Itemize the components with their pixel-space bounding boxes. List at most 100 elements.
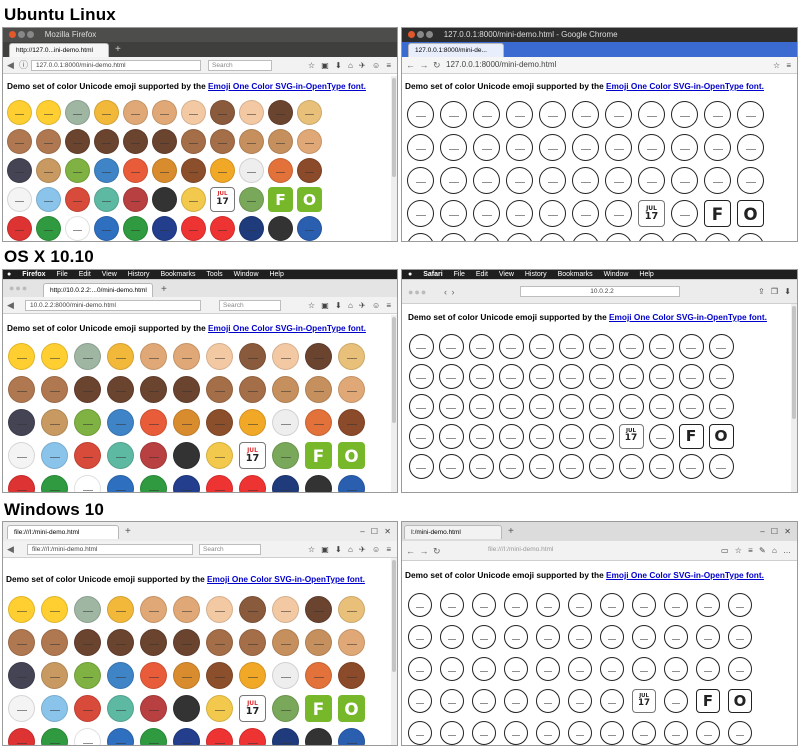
- emoji-cell: [406, 451, 436, 481]
- emoji-cell: [179, 185, 208, 214]
- emoji-font-link[interactable]: Emoji One Color SVG-in-OpenType font.: [606, 570, 764, 580]
- new-tab-button[interactable]: +: [115, 43, 121, 56]
- tab-mini-demo[interactable]: I:/mini-demo.html: [404, 525, 502, 539]
- menu-item-view[interactable]: View: [499, 271, 514, 278]
- search-input[interactable]: Search: [219, 300, 281, 311]
- url-input[interactable]: 10.0.2.2:8000/mini-demo.html: [25, 300, 201, 311]
- menu-item-history[interactable]: History: [128, 271, 150, 278]
- tab-mini-demo[interactable]: http://127.0...ini-demo.html: [9, 43, 109, 57]
- back-button[interactable]: ◀: [7, 297, 15, 313]
- minimize-icon[interactable]: [417, 31, 425, 39]
- emoji-cell: [437, 131, 470, 164]
- new-tab-button[interactable]: +: [161, 283, 167, 296]
- emoji-font-link[interactable]: Emoji One Color SVG-in-OpenType font.: [208, 81, 366, 91]
- back-button[interactable]: ◀: [7, 541, 15, 557]
- emoji-cell: [236, 626, 269, 659]
- apple-icon[interactable]: ●: [408, 271, 412, 278]
- minimize-icon[interactable]: [18, 31, 26, 39]
- girl-brown-icon: [41, 629, 68, 656]
- menu-item-history[interactable]: History: [525, 271, 547, 278]
- new-tab-button[interactable]: +: [508, 525, 514, 538]
- tab-mini-demo[interactable]: 127.0.0.1:8000/mini-de...: [408, 43, 504, 57]
- toolbar-icons[interactable]: ☆ ▣ ⬇ ⌂ ✈ ☺ ≡: [308, 57, 393, 73]
- menu-item-bookmarks[interactable]: Bookmarks: [160, 271, 195, 278]
- url-input[interactable]: 127.0.0.1:8000/mini-demo.html: [31, 60, 201, 71]
- back-button[interactable]: ◀: [7, 57, 15, 73]
- girl-blonde-icon: [728, 593, 752, 617]
- new-tab-button[interactable]: +: [125, 525, 131, 538]
- grinning-face-icon: [408, 593, 432, 617]
- toolbar-icons[interactable]: ▭ ☆ ≡ ✎ ⌂ …: [721, 541, 793, 560]
- scrollbar[interactable]: [391, 315, 397, 492]
- scrollbar[interactable]: [791, 304, 797, 492]
- tab-mini-demo[interactable]: file:///I:/mini-demo.html: [7, 525, 119, 539]
- menu-item-edit[interactable]: Edit: [476, 271, 488, 278]
- emoji-cell: JUL 17: [236, 439, 269, 472]
- menu-item-window[interactable]: Window: [604, 271, 629, 278]
- emoji-cell: [532, 717, 564, 745]
- emoji-cell: [468, 653, 500, 685]
- url-input[interactable]: file:///I:/mini-demo.html: [27, 544, 193, 555]
- emoji-font-link[interactable]: Emoji One Color SVG-in-OpenType font.: [609, 312, 767, 322]
- back-forward-reload-buttons[interactable]: ← → ↻: [406, 541, 442, 560]
- flag-croatia-icon: [181, 216, 206, 241]
- emoji-cell: [706, 361, 736, 391]
- robot-face-icon: [472, 593, 496, 617]
- emoji-font-link[interactable]: Emoji One Color SVG-in-OpenType font.: [606, 81, 764, 91]
- emoji-detail: [72, 143, 83, 147]
- menu-item-view[interactable]: View: [102, 271, 117, 278]
- train-icon: [536, 689, 560, 713]
- maximize-icon[interactable]: [27, 31, 35, 39]
- scrollbar[interactable]: [391, 558, 397, 745]
- emoji-detail: [415, 606, 425, 611]
- letter-o-tile: O: [728, 689, 752, 713]
- url-input[interactable]: file:///I:/mini-demo.html: [484, 545, 654, 556]
- emoji-detail: [716, 407, 726, 412]
- boy-brown-icon: [8, 629, 35, 656]
- menu-icon[interactable]: ☆ ≡: [773, 57, 793, 73]
- back-forward-buttons[interactable]: ‹ ›: [444, 280, 456, 303]
- window-controls[interactable]: – ☐ ✕: [760, 522, 793, 541]
- back-forward-reload-buttons[interactable]: ← → ↻: [406, 57, 442, 73]
- apple-icon[interactable]: ●: [7, 271, 11, 278]
- maximize-icon[interactable]: [426, 31, 434, 39]
- menu-item-help[interactable]: Help: [639, 271, 653, 278]
- emoji-detail: [506, 377, 516, 382]
- menu-item-edit[interactable]: Edit: [79, 271, 91, 278]
- beer-mugs-icon: [239, 409, 266, 436]
- window-controls[interactable]: – ☐ ✕: [360, 522, 393, 541]
- emoji-font-link[interactable]: Emoji One Color SVG-in-OpenType font.: [208, 323, 366, 333]
- menu-item-help[interactable]: Help: [269, 271, 283, 278]
- info-icon[interactable]: ⓘ: [19, 57, 29, 73]
- emoji-detail: [679, 149, 690, 153]
- woman-dark-icon: [268, 100, 293, 125]
- toolbar-icons[interactable]: ☆ ▣ ⬇ ⌂ ✈ ☺ ≡: [308, 297, 393, 313]
- url-input[interactable]: 10.0.2.2: [520, 286, 680, 297]
- emoji-detail: [246, 172, 257, 176]
- letter-f-tile: F: [268, 187, 293, 212]
- emoji-font-link[interactable]: Emoji One Color SVG-in-OpenType font.: [207, 574, 365, 584]
- emoji-cell: [436, 421, 466, 451]
- traffic-lights[interactable]: ●●●: [408, 280, 427, 303]
- emoji-detail: [547, 116, 558, 120]
- close-icon[interactable]: [9, 31, 16, 39]
- menu-item-file[interactable]: File: [454, 271, 465, 278]
- emoji-cell: [596, 589, 628, 621]
- emoji-detail: [536, 437, 546, 442]
- traffic-lights[interactable]: ●●●: [9, 280, 28, 297]
- emoji-detail: [49, 644, 60, 648]
- tab-mini-demo[interactable]: http://10.0.2.2:...0/mini-demo.html: [43, 283, 153, 297]
- scrollbar[interactable]: [391, 76, 397, 241]
- close-icon[interactable]: [408, 31, 415, 39]
- menu-item-tools[interactable]: Tools: [206, 271, 222, 278]
- share-icons[interactable]: ⇪ ❐ ⬇: [758, 280, 793, 303]
- menu-item-bookmarks[interactable]: Bookmarks: [558, 271, 593, 278]
- search-input[interactable]: Search: [208, 60, 272, 71]
- menu-item-file[interactable]: File: [56, 271, 67, 278]
- search-input[interactable]: Search: [199, 544, 261, 555]
- woman-dark-icon: [498, 363, 524, 389]
- menu-item-window[interactable]: Window: [234, 271, 259, 278]
- url-input[interactable]: 127.0.0.1:8000/mini-demo.html: [442, 60, 772, 71]
- emoji-cell: [170, 439, 203, 472]
- toolbar-icons[interactable]: ☆ ▣ ⬇ ⌂ ✈ ☺ ≡: [308, 541, 393, 557]
